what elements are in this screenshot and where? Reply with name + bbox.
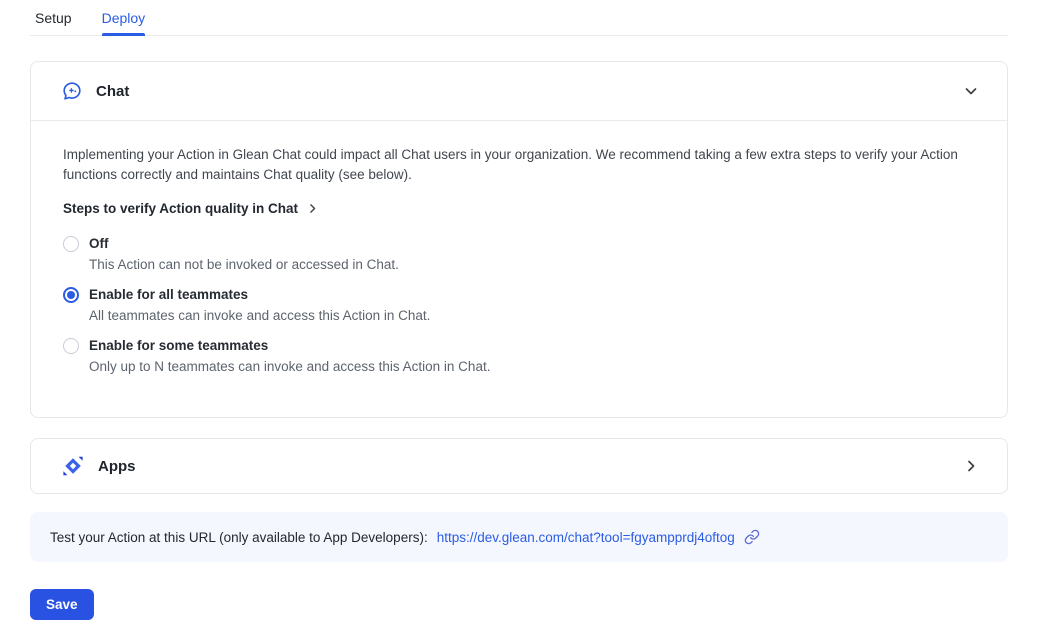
- radio-option-description: Only up to N teammates can invoke and ac…: [89, 357, 490, 376]
- tab-deploy[interactable]: Deploy: [102, 6, 146, 35]
- chevron-right-icon: [306, 202, 319, 215]
- chevron-right-icon[interactable]: [963, 458, 979, 474]
- test-url-label: Test your Action at this URL (only avail…: [50, 530, 428, 545]
- apps-section-header[interactable]: Apps: [31, 439, 1007, 493]
- test-url-link[interactable]: https://dev.glean.com/chat?tool=fgyamppr…: [437, 530, 735, 545]
- radio-button-enable-all[interactable]: [63, 287, 79, 303]
- chat-section-title: Chat: [96, 83, 129, 100]
- radio-option-description: All teammates can invoke and access this…: [89, 306, 430, 325]
- apps-section-card: Apps: [30, 438, 1008, 494]
- radio-option-label[interactable]: Enable for all teammates: [89, 285, 430, 304]
- radio-option-enable-some[interactable]: Enable for some teammates Only up to N t…: [63, 336, 977, 376]
- radio-option-label[interactable]: Off: [89, 234, 399, 253]
- radio-option-off[interactable]: Off This Action can not be invoked or ac…: [63, 234, 977, 274]
- sparkle-diamond-icon: [61, 454, 85, 478]
- test-url-bar: Test your Action at this URL (only avail…: [30, 512, 1008, 562]
- deploy-page: Setup Deploy Chat: [0, 0, 1043, 637]
- chain-link-icon[interactable]: [744, 529, 760, 545]
- chat-section-card: Chat Implementing your Action in Glean C…: [30, 61, 1008, 418]
- radio-option-label[interactable]: Enable for some teammates: [89, 336, 490, 355]
- steps-to-verify-link[interactable]: Steps to verify Action quality in Chat: [63, 201, 977, 216]
- chat-description: Implementing your Action in Glean Chat c…: [63, 145, 963, 185]
- chevron-down-icon[interactable]: [963, 83, 979, 99]
- radio-button-off[interactable]: [63, 236, 79, 252]
- save-button[interactable]: Save: [30, 589, 94, 620]
- apps-section-title: Apps: [98, 458, 136, 475]
- radio-option-enable-all[interactable]: Enable for all teammates All teammates c…: [63, 285, 977, 325]
- chat-section-body: Implementing your Action in Glean Chat c…: [31, 121, 1007, 417]
- chat-access-radio-group: Off This Action can not be invoked or ac…: [63, 234, 977, 376]
- tab-bar: Setup Deploy: [30, 0, 1008, 36]
- tab-setup[interactable]: Setup: [35, 6, 72, 35]
- chat-section-header[interactable]: Chat: [31, 62, 1007, 120]
- radio-button-enable-some[interactable]: [63, 338, 79, 354]
- radio-option-description: This Action can not be invoked or access…: [89, 255, 399, 274]
- chat-bubble-sparkle-icon: [61, 80, 83, 102]
- steps-to-verify-label: Steps to verify Action quality in Chat: [63, 201, 298, 216]
